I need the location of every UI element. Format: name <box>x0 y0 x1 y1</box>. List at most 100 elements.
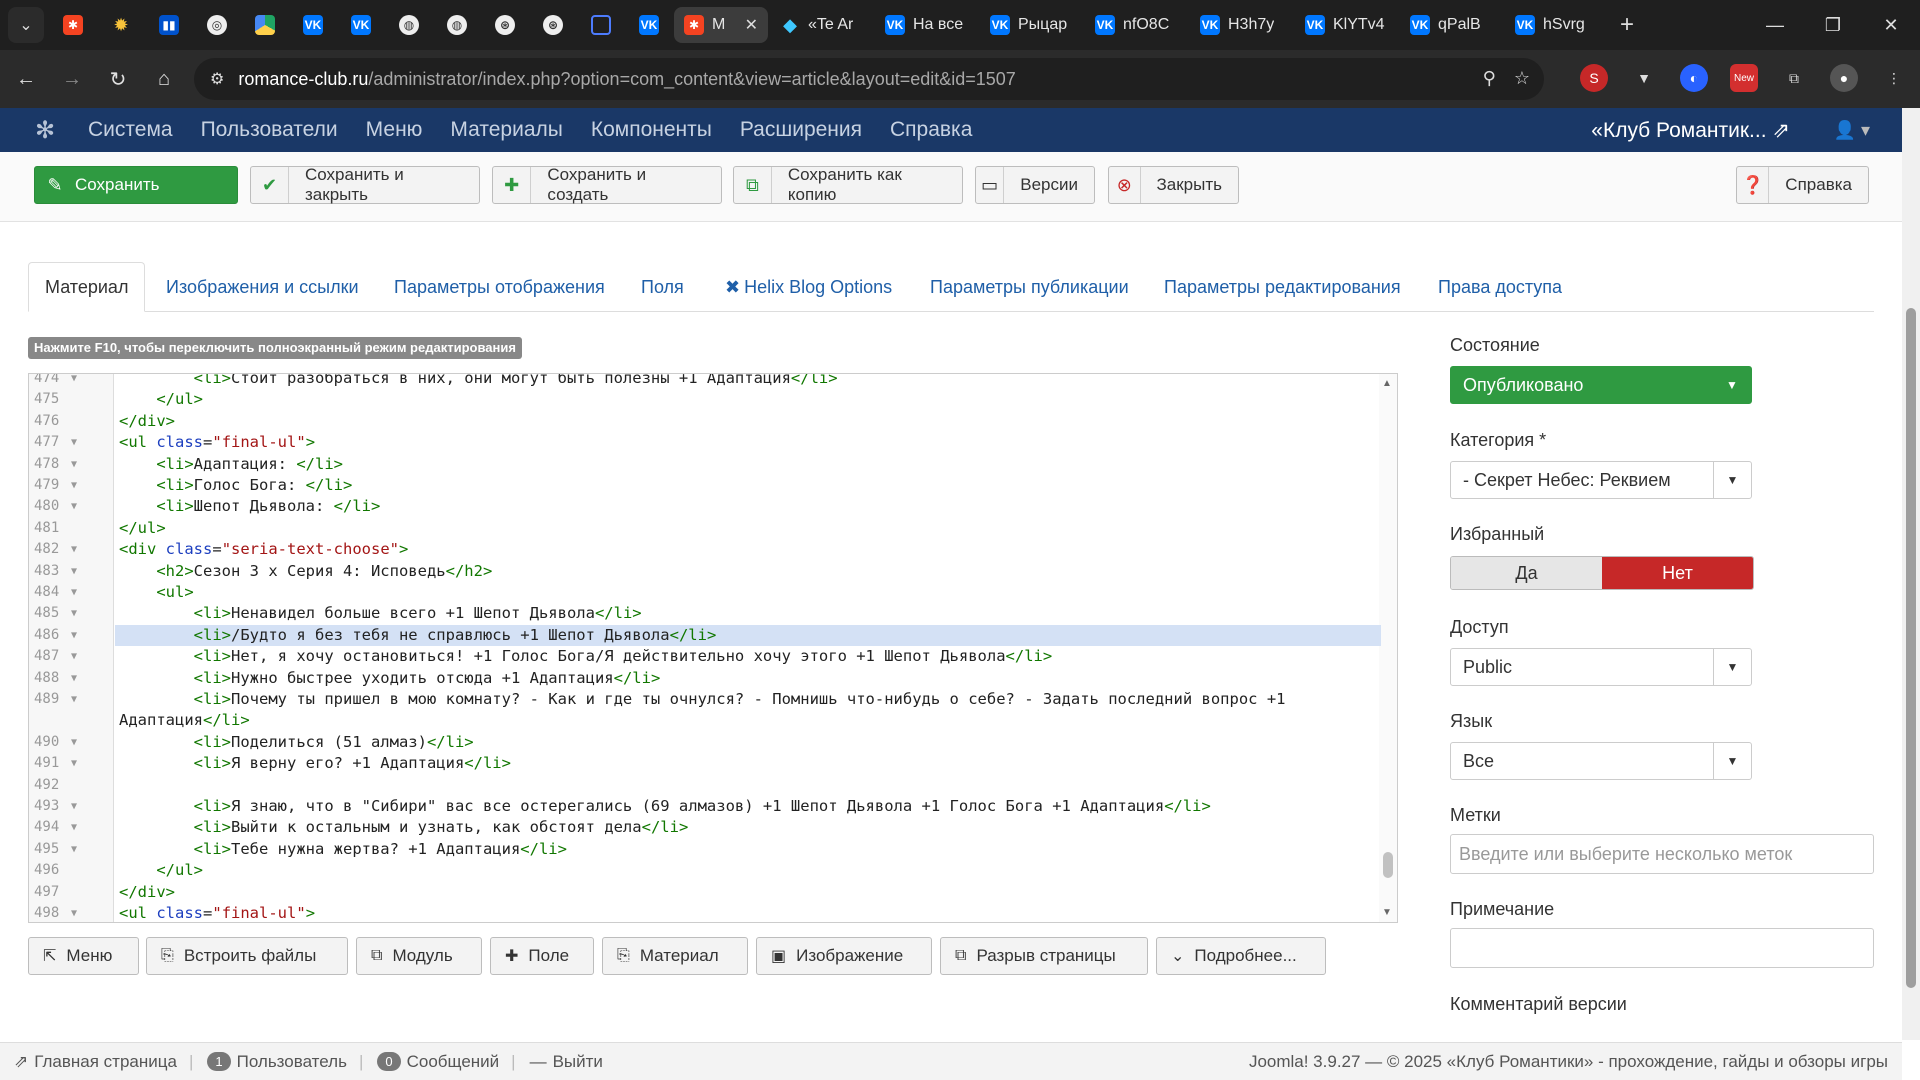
browser-tab[interactable]: VK H3h7y <box>1190 7 1293 43</box>
close-tab-icon[interactable]: ✕ <box>745 15 758 35</box>
save-button[interactable]: ✎ Сохранить <box>34 166 238 204</box>
extension-new-icon[interactable]: New <box>1730 64 1758 92</box>
users-link[interactable]: 1 Пользователь <box>207 1052 347 1072</box>
fold-arrow-icon[interactable]: ▼ <box>71 432 77 453</box>
close-button[interactable]: ⊗ Закрыть <box>1108 166 1239 204</box>
browser-tab[interactable]: ✱ <box>50 7 96 43</box>
save-copy-button[interactable]: ⧉ Сохранить как копию <box>733 165 963 204</box>
tab-fields[interactable]: Поля <box>641 262 684 312</box>
code-line[interactable]: 475 </ul> <box>29 389 1381 410</box>
code-line[interactable]: 482 ▼ <div class="seria-text-choose"> <box>29 539 1381 560</box>
profile-avatar[interactable]: ● <box>1830 64 1858 92</box>
note-input[interactable] <box>1450 928 1874 968</box>
help-button[interactable]: ❓ Справка <box>1736 166 1869 204</box>
menu-editor-button[interactable]: ⇱ Меню <box>28 937 139 975</box>
tags-input[interactable]: Введите или выберите несколько меток <box>1450 834 1874 874</box>
code-line[interactable]: 497 </div> <box>29 882 1381 903</box>
tab-content[interactable]: Материал <box>28 262 146 312</box>
module-editor-button[interactable]: ⧉ Модуль <box>356 937 482 975</box>
zoom-icon[interactable]: ⚲ <box>1483 68 1496 89</box>
scroll-up-icon[interactable]: ▲ <box>1382 378 1392 389</box>
fold-arrow-icon[interactable]: ▼ <box>71 668 77 689</box>
language-select[interactable]: Все ▼ <box>1450 742 1752 780</box>
code-line[interactable]: 498 ▼ <ul class="final-ul"> <box>29 903 1381 922</box>
access-select[interactable]: Public ▼ <box>1450 648 1752 686</box>
home-button[interactable]: ⌂ <box>144 68 184 91</box>
save-close-button[interactable]: ✔ Сохранить и закрыть <box>250 165 480 204</box>
browser-tab[interactable]: ⊛ <box>482 7 528 43</box>
code-line[interactable]: 496 </ul> <box>29 860 1381 881</box>
joomla-logo-icon[interactable]: ✻ <box>30 115 60 145</box>
code-line[interactable]: 485 ▼ <li>Ненавидел больше всего +1 Шепот… <box>29 603 1381 624</box>
admin-menu-item[interactable]: Материалы <box>450 118 562 142</box>
browser-tab[interactable]: VK <box>290 7 336 43</box>
code-line[interactable]: 489 ▼ <li>Почему ты пришел в мою комнату?… <box>29 689 1381 710</box>
browser-tab[interactable]: VK nfO8C <box>1085 7 1188 43</box>
browser-tab[interactable]: VK <box>338 7 384 43</box>
code-line[interactable]: 479 ▼ <li>Голос Бога: </li> <box>29 475 1381 496</box>
code-line[interactable]: 481 </ul> <box>29 518 1381 539</box>
minimize-button[interactable]: — <box>1746 15 1804 36</box>
fold-arrow-icon[interactable]: ▼ <box>71 689 77 710</box>
code-line[interactable]: 483 ▼ <h2>Сезон 3 x Серия 4: Исповедь</h2… <box>29 561 1381 582</box>
fold-arrow-icon[interactable]: ▼ <box>71 561 77 582</box>
category-select[interactable]: - Секрет Небес: Реквием ▼ <box>1450 461 1752 499</box>
image-editor-button[interactable]: ▣ Изображение <box>756 937 932 975</box>
browser-tab[interactable] <box>578 7 624 43</box>
code-editor[interactable]: ▲ ▼ 474 ▼ <li>Стоит разобраться в них, он… <box>28 373 1398 923</box>
browser-tab[interactable]: ◍ <box>434 7 480 43</box>
fold-arrow-icon[interactable]: ▼ <box>71 539 77 560</box>
fold-arrow-icon[interactable]: ▼ <box>71 625 77 646</box>
code-line[interactable]: 490 ▼ <li>Поделиться (51 алмаз)</li> <box>29 732 1381 753</box>
browser-menu-icon[interactable]: ⋮ <box>1880 64 1908 92</box>
back-button[interactable]: ← <box>6 68 46 91</box>
code-line[interactable]: 494 ▼ <li>Выйти к остальным и узнать, как… <box>29 817 1381 838</box>
code-line[interactable]: Адаптация</li> <box>29 710 1381 731</box>
fold-arrow-icon[interactable]: ▼ <box>71 374 77 389</box>
field-editor-button[interactable]: ✚ Поле <box>490 937 594 975</box>
site-info-icon[interactable]: ⚙ <box>210 69 224 89</box>
browser-tab[interactable]: VK hSvrg <box>1505 7 1608 43</box>
browser-tab[interactable]: VK <box>626 7 672 43</box>
url-text[interactable]: romance-club.ru/administrator/index.php?… <box>238 69 1015 90</box>
tab-display-options[interactable]: Параметры отображения <box>394 262 605 312</box>
code-line[interactable]: 484 ▼ <ul> <box>29 582 1381 603</box>
fold-arrow-icon[interactable]: ▼ <box>71 796 77 817</box>
article-editor-button[interactable]: ⎘ Материал <box>602 937 748 975</box>
browser-tab[interactable]: VK На все <box>875 7 978 43</box>
close-window-button[interactable]: ✕ <box>1862 15 1920 36</box>
browser-tab[interactable]: ⊛ <box>530 7 576 43</box>
address-bar[interactable]: ⚙ romance-club.ru/administrator/index.ph… <box>194 58 1544 100</box>
fold-arrow-icon[interactable]: ▼ <box>71 903 77 922</box>
browser-tab[interactable]: ▮▮ <box>146 7 192 43</box>
new-tab-button[interactable]: + <box>1620 11 1634 39</box>
forward-button[interactable]: → <box>52 68 92 91</box>
home-link[interactable]: ⇗ Главная страница <box>14 1052 177 1072</box>
tab-search-button[interactable]: ⌄ <box>8 7 44 43</box>
fold-arrow-icon[interactable]: ▼ <box>71 603 77 624</box>
featured-no-button[interactable]: Нет <box>1602 557 1753 589</box>
reload-button[interactable]: ↻ <box>98 67 138 92</box>
chevron-down-editor-button[interactable]: ⌄ Подробнее... <box>1156 937 1326 975</box>
versions-button[interactable]: ▭ Версии <box>975 166 1095 204</box>
admin-menu-item[interactable]: Меню <box>366 118 423 142</box>
browser-tab[interactable]: VK KlYTv4 <box>1295 7 1398 43</box>
code-line[interactable]: 488 ▼ <li>Нужно быстрее уходить отсюда +1… <box>29 668 1381 689</box>
fold-arrow-icon[interactable]: ▼ <box>71 732 77 753</box>
browser-tab[interactable]: ◆ «Te Ar <box>770 7 873 43</box>
fold-arrow-icon[interactable]: ▼ <box>71 646 77 667</box>
user-menu-icon[interactable]: 👤 ▾ <box>1834 120 1870 141</box>
save-new-button[interactable]: ✚ Сохранить и создать <box>492 165 722 204</box>
code-line[interactable]: 476 </div> <box>29 411 1381 432</box>
site-link[interactable]: «Клуб Романтик... ⇗ <box>1591 118 1790 143</box>
fold-arrow-icon[interactable]: ▼ <box>71 753 77 774</box>
fold-arrow-icon[interactable]: ▼ <box>71 839 77 860</box>
tab-images-links[interactable]: Изображения и ссылки <box>166 262 359 312</box>
browser-tab-active[interactable]: ✱ M ✕ <box>674 7 768 43</box>
featured-yes-button[interactable]: Да <box>1451 557 1602 589</box>
browser-tab[interactable]: VK Рыцар <box>980 7 1083 43</box>
tab-permissions[interactable]: Права доступа <box>1438 262 1562 312</box>
page-scroll-thumb[interactable] <box>1906 308 1916 988</box>
logout-link[interactable]: — Выйти <box>530 1052 603 1072</box>
code-line-active[interactable]: 486 ▼ <li>/Будто я без тебя не справлюсь … <box>29 624 1381 647</box>
